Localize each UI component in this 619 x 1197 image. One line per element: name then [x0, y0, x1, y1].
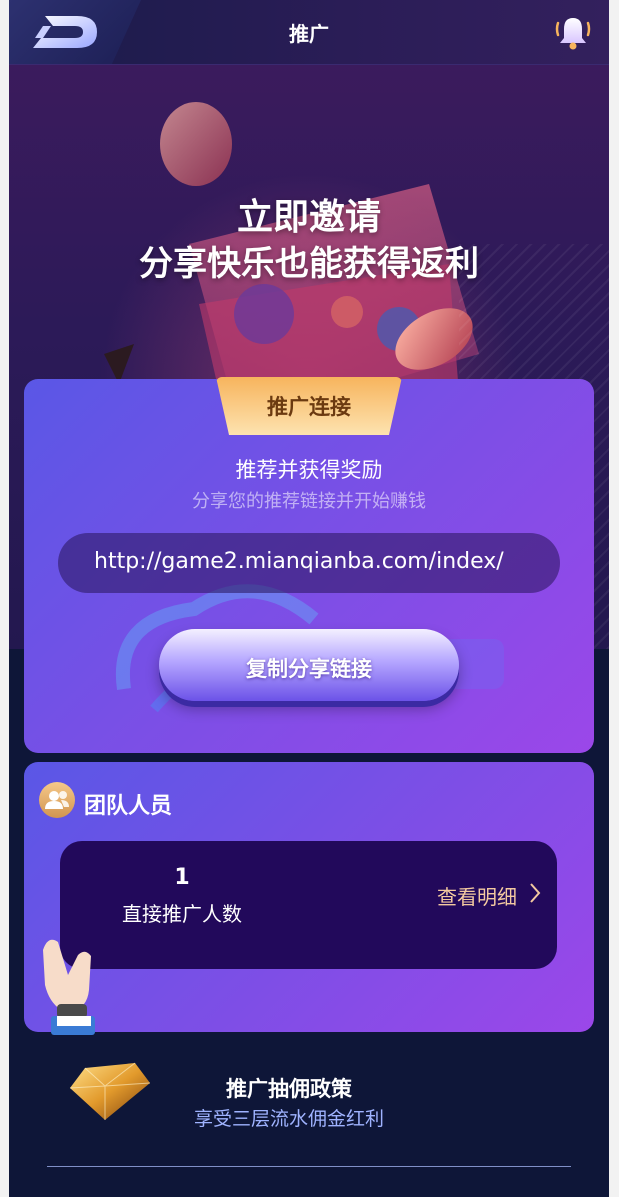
bell-icon[interactable] [553, 13, 593, 53]
referral-ribbon: 推广连接 [216, 377, 402, 435]
promotion-page: 推广 立即邀请 分享快乐也能获得返利 推广连接 推荐并获得奖励 分享您的推荐链接… [9, 0, 609, 1197]
team-title: 团队人员 [84, 794, 173, 819]
copy-link-button[interactable]: 复制分享链接 [159, 629, 459, 701]
referral-subtitle: 分享您的推荐链接并开始赚钱 [192, 491, 426, 512]
diamond-icon [69, 1062, 151, 1120]
chevron-right-icon[interactable] [527, 881, 543, 905]
referral-title: 推荐并获得奖励 [235, 458, 383, 482]
divider [47, 1166, 571, 1167]
commission-policy-subtitle: 享受三层流水佣金红利 [193, 1108, 384, 1130]
direct-referral-count: 1 [174, 865, 190, 890]
hero-subheadline: 分享快乐也能获得返利 [139, 244, 479, 284]
commission-policy-title: 推广抽佣政策 [226, 1077, 352, 1101]
hand-illustration [43, 939, 95, 1035]
referral-link-field[interactable]: http://game2.mianqianba.com/index/ [58, 533, 560, 593]
view-details-link[interactable]: 查看明细 [437, 881, 517, 910]
page-title: 推广 [289, 22, 329, 46]
referral-link-text[interactable]: http://game2.mianqianba.com/index/ [94, 549, 524, 574]
team-icon [39, 782, 75, 818]
referral-card: 推广连接 推荐并获得奖励 分享您的推荐链接并开始赚钱 http://game2.… [24, 377, 594, 753]
copy-link-label: 复制分享链接 [246, 658, 372, 681]
hero-headline: 立即邀请 [236, 197, 381, 238]
team-stats-panel: 1 直接推广人数 查看明细 [60, 841, 557, 969]
top-bar: 推广 [9, 0, 609, 65]
ribbon-label: 推广连接 [267, 395, 351, 419]
direct-referral-label: 直接推广人数 [122, 902, 242, 926]
